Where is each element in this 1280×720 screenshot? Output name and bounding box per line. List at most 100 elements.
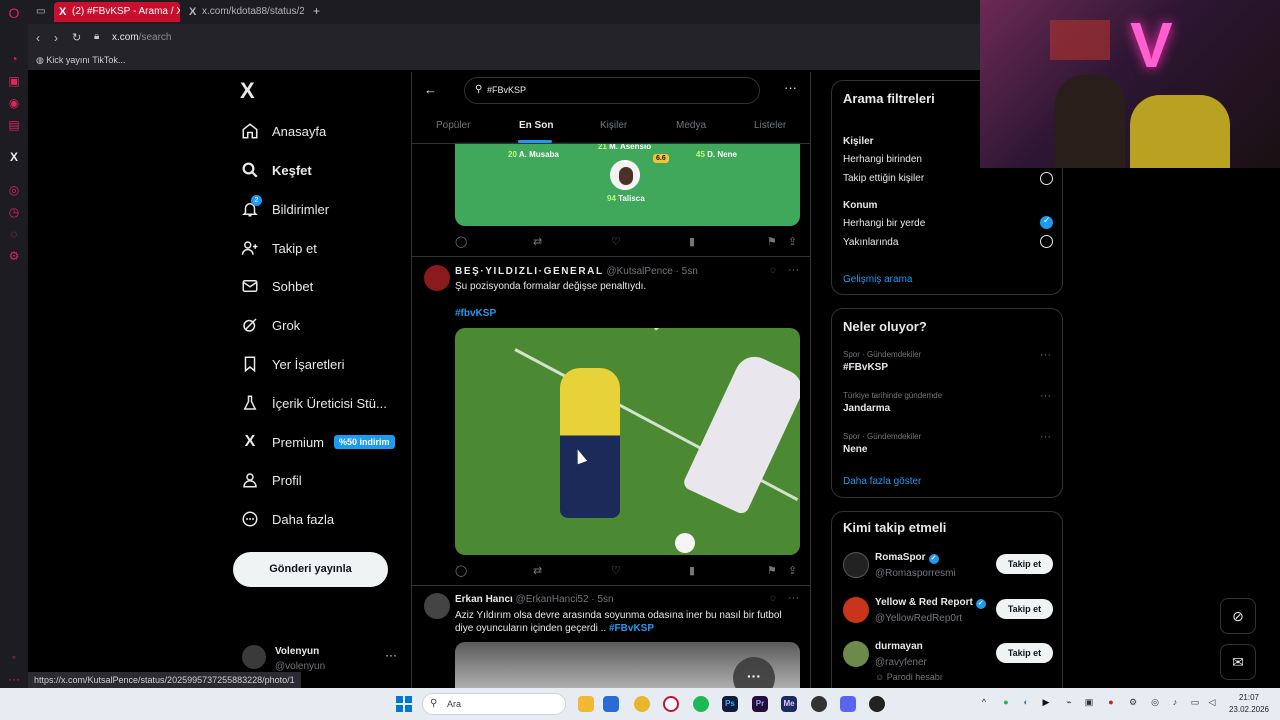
avatar[interactable] <box>424 593 450 619</box>
opera-logo-icon[interactable]: O <box>7 6 21 20</box>
microphone-icon[interactable]: ♪ <box>1169 696 1181 708</box>
tray-app-icon[interactable]: ▶ <box>1040 696 1052 708</box>
post-button[interactable]: Gönderi yayınla <box>233 552 388 587</box>
nav-premium[interactable]: X Premium %50 indirim <box>240 428 395 456</box>
tweet-time[interactable]: 5sn <box>597 594 613 605</box>
tweet-hashtag[interactable]: #fbvKSP <box>455 307 800 320</box>
trend-more-icon[interactable]: ··· <box>1040 349 1051 361</box>
tab-people[interactable]: Kişiler <box>600 120 627 131</box>
back-arrow-icon[interactable]: ← <box>424 82 437 97</box>
tab-status[interactable]: X x.com/kdota88/status/202 <box>184 2 304 22</box>
sidebar-app-icon[interactable]: ▤ <box>7 118 21 132</box>
x-app-icon[interactable]: X <box>7 150 21 164</box>
trend-more-icon[interactable]: ··· <box>1040 431 1051 443</box>
new-tab-button[interactable]: + <box>313 4 320 18</box>
messages-fab-icon[interactable]: ✉ <box>1220 644 1256 680</box>
nav-chat[interactable]: Sohbet <box>240 272 313 300</box>
show-more-link[interactable]: Daha fazla göster <box>843 476 921 487</box>
tweet-hashtag[interactable]: #FBvKSP <box>609 623 654 634</box>
tray-app-icon[interactable]: ◐ <box>1020 696 1032 708</box>
windows-start-icon[interactable] <box>396 696 412 712</box>
account-name[interactable]: RomaSpor ✓ <box>875 552 939 564</box>
tweet-author-name[interactable]: Erkan Hancı <box>455 594 513 605</box>
trend-name[interactable]: Nene <box>843 444 867 455</box>
nav-bookmarks[interactable]: Yer İşaretleri <box>240 350 345 378</box>
bookmark-item[interactable]: ◍ Kick yayını TikTok... <box>36 55 125 66</box>
opera-icon[interactable] <box>663 696 679 712</box>
share-icon[interactable]: ⇪ <box>788 235 797 248</box>
sidebar-more-icon[interactable]: ··· <box>7 672 21 686</box>
retweet-icon[interactable]: ⇄ <box>533 235 542 248</box>
avatar[interactable] <box>843 597 869 623</box>
grok-fab-icon[interactable]: ⊘ <box>1220 598 1256 634</box>
tweet-author-name[interactable]: BEŞ·YILDIZLI·GENERAL <box>455 266 604 277</box>
tab-popular[interactable]: Popüler <box>436 120 470 131</box>
people-option-any[interactable]: Herhangi birinden <box>843 154 922 165</box>
tab-search[interactable]: X (2) #FBvKSP - Arama / X <box>54 2 180 22</box>
display-icon[interactable]: ▭ <box>1189 696 1201 708</box>
location-option-near[interactable]: Yakınlarında <box>843 237 898 248</box>
sidebar-app-icon[interactable]: ◌ <box>7 227 21 241</box>
sidebar-app-icon[interactable]: ◦ <box>7 650 21 664</box>
location-near-radio[interactable] <box>1040 235 1053 248</box>
lineup-image[interactable]: 20 A. Musaba 21 M. Asensio 45 D. Nene 6.… <box>455 142 800 226</box>
trend-name[interactable]: Jandarma <box>843 403 890 414</box>
app-icon[interactable] <box>869 696 885 712</box>
nav-creator-studio[interactable]: İçerik Üreticisi Stü... <box>240 389 387 417</box>
trend-more-icon[interactable]: ··· <box>1040 390 1051 402</box>
tab-menu-icon[interactable]: ▭ <box>36 6 45 17</box>
sidebar-app-icon[interactable]: ▣ <box>7 74 21 88</box>
profile-more-icon[interactable]: ··· <box>385 648 397 662</box>
sidebar-app-icon[interactable]: ◔ <box>7 52 21 66</box>
settings-icon[interactable]: ⚙ <box>7 249 21 263</box>
views-icon[interactable]: ▮ <box>689 564 695 577</box>
tweet-author-handle[interactable]: @KutsalPence <box>606 266 672 277</box>
reply-icon[interactable]: ◯ <box>455 564 467 577</box>
store-icon[interactable] <box>603 696 619 712</box>
tweet-time[interactable]: 5sn <box>682 266 698 277</box>
tweet-more-icon[interactable]: ··· <box>788 592 799 604</box>
views-icon[interactable]: ▮ <box>689 235 695 248</box>
follow-button[interactable]: Takip et <box>996 599 1053 619</box>
account-switcher[interactable]: Volenyun @volenyun ··· <box>242 643 402 675</box>
sidebar-app-icon[interactable]: ◉ <box>7 96 21 110</box>
reply-icon[interactable]: ◯ <box>455 235 467 248</box>
like-icon[interactable]: ♡ <box>611 235 621 248</box>
advanced-search-link[interactable]: Gelişmiş arama <box>843 274 912 285</box>
like-icon[interactable]: ♡ <box>611 564 621 577</box>
nav-home[interactable]: Anasayfa <box>240 117 326 145</box>
x-logo-icon[interactable]: X <box>240 80 262 102</box>
share-icon[interactable]: ⇪ <box>788 564 797 577</box>
tray-app-icon[interactable]: ● <box>1000 696 1012 708</box>
search-input[interactable]: ⚲ #FBvKSP <box>464 77 760 104</box>
volume-icon[interactable]: ◁ <box>1206 696 1218 708</box>
tab-media[interactable]: Medya <box>676 120 706 131</box>
avatar[interactable] <box>843 552 869 578</box>
tweet-more-icon[interactable]: ··· <box>788 264 799 276</box>
history-icon[interactable]: ◷ <box>7 205 21 219</box>
grok-icon[interactable]: ◌ <box>770 265 776 276</box>
tray-app-icon[interactable]: ◎ <box>1149 696 1161 708</box>
obs-icon[interactable] <box>811 696 827 712</box>
bookmark-icon[interactable]: ⚑ <box>767 235 777 248</box>
back-icon[interactable]: ‹ <box>36 31 40 45</box>
tab-latest[interactable]: En Son <box>519 120 553 131</box>
retweet-icon[interactable]: ⇄ <box>533 564 542 577</box>
nav-notifications[interactable]: 2 Bildirimler <box>240 195 329 223</box>
taskbar-search[interactable]: ⚲ Ara <box>422 693 566 715</box>
more-media-icon[interactable]: ··· <box>733 657 775 688</box>
spotify-icon[interactable] <box>693 696 709 712</box>
premiere-icon[interactable]: Pr <box>752 696 768 712</box>
avatar[interactable] <box>843 641 869 667</box>
tweet-author-handle[interactable]: @ErkanHanci52 <box>516 594 589 605</box>
nav-follow[interactable]: Takip et <box>240 234 317 262</box>
tray-app-icon[interactable]: ▣ <box>1083 696 1095 708</box>
url-field[interactable]: x.com/search <box>112 32 171 43</box>
nav-grok[interactable]: Grok <box>240 311 300 339</box>
reload-icon[interactable]: ↻ <box>72 31 81 44</box>
grok-icon[interactable]: ◌ <box>770 593 776 604</box>
sidebar-app-icon[interactable]: ◎ <box>7 183 21 197</box>
media-encoder-icon[interactable]: Me <box>781 696 797 712</box>
location-option-anywhere[interactable]: Herhangi bir yerde <box>843 218 925 229</box>
forward-icon[interactable]: › <box>54 31 58 45</box>
